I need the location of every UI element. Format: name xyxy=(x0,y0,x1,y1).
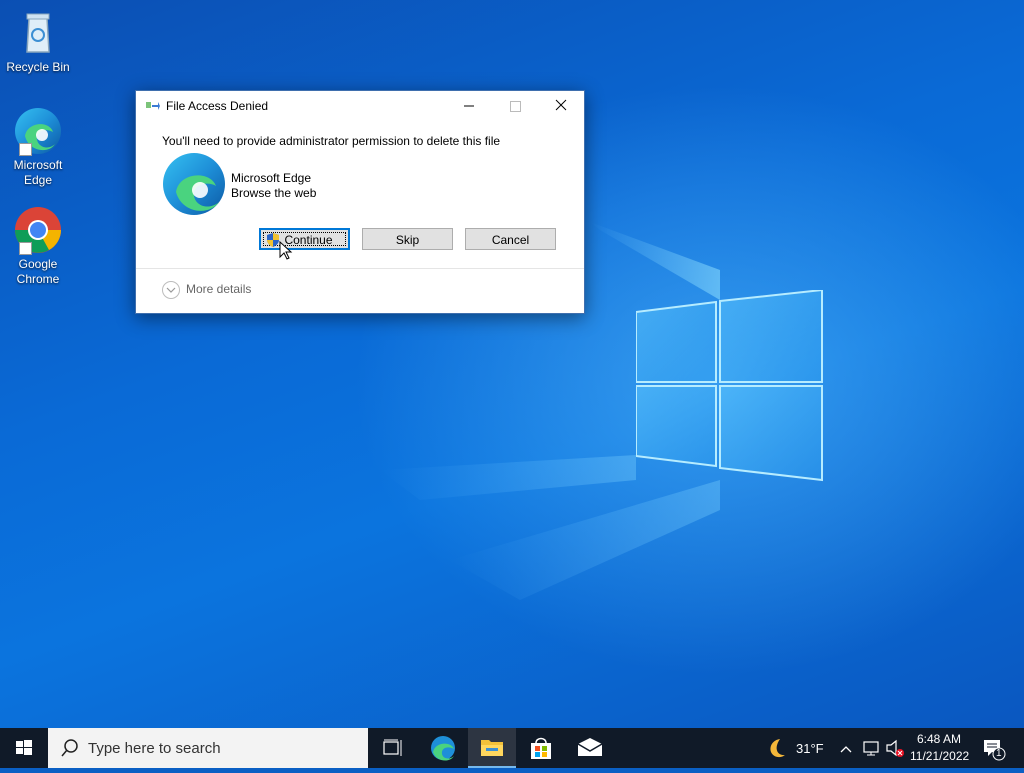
minimize-button[interactable] xyxy=(446,91,492,121)
edge-icon xyxy=(163,153,225,215)
skip-button[interactable]: Skip xyxy=(362,228,453,250)
desktop-icon-recycle-bin[interactable]: Recycle Bin xyxy=(4,8,72,75)
taskbar-mail-button[interactable] xyxy=(566,728,614,768)
more-details-label: More details xyxy=(186,282,252,297)
app-description: Browse the web xyxy=(231,186,317,200)
edge-icon xyxy=(431,736,455,761)
task-view-icon xyxy=(383,739,402,756)
dialog-message: You'll need to provide administrator per… xyxy=(162,134,501,148)
taskbar-store-button[interactable] xyxy=(518,728,564,768)
network-icon xyxy=(863,741,879,756)
desktop-icon-edge[interactable]: Microsoft Edge xyxy=(4,106,72,188)
chevron-up-icon xyxy=(840,746,852,753)
close-icon xyxy=(555,99,567,111)
mail-icon xyxy=(577,738,603,756)
taskbar-edge-button[interactable] xyxy=(420,728,466,768)
weather-widget[interactable]: 31°F xyxy=(760,728,830,768)
mouse-cursor-icon xyxy=(279,241,293,260)
dialog-titlebar[interactable]: File Access Denied xyxy=(136,91,584,121)
task-view-button[interactable] xyxy=(370,728,414,768)
more-details-toggle[interactable]: More details xyxy=(162,281,251,299)
network-button[interactable] xyxy=(860,728,882,768)
notification-count: 1 xyxy=(996,748,1002,759)
dialog-title: File Access Denied xyxy=(166,99,269,113)
show-hidden-icons-button[interactable] xyxy=(836,728,856,768)
continue-button[interactable]: Continue xyxy=(259,228,350,250)
volume-button[interactable] xyxy=(884,728,906,768)
store-icon xyxy=(531,737,551,759)
search-icon xyxy=(61,739,78,757)
dialog-separator xyxy=(136,268,584,269)
file-transfer-icon xyxy=(146,102,160,110)
taskbar: Type here to search 31°F 6:48 AM 11/21/2… xyxy=(0,728,1024,768)
search-placeholder: Type here to search xyxy=(88,740,221,757)
app-name: Microsoft Edge xyxy=(231,171,312,185)
weather-temperature: 31°F xyxy=(796,741,824,756)
close-button[interactable] xyxy=(538,91,584,121)
desktop-icon-chrome[interactable]: Google Chrome xyxy=(4,205,72,287)
shortcut-arrow-icon xyxy=(19,143,32,156)
maximize-button xyxy=(492,91,538,121)
chevron-down-icon xyxy=(162,281,180,299)
cancel-button[interactable]: Cancel xyxy=(465,228,556,250)
desktop-icon-label: Microsoft Edge xyxy=(13,158,63,187)
clock[interactable]: 6:48 AM 11/21/2022 xyxy=(908,728,970,768)
shortcut-arrow-icon xyxy=(19,242,32,255)
desktop-icon-label: Google Chrome xyxy=(16,257,60,286)
clock-time: 6:48 AM xyxy=(917,732,962,746)
folder-icon xyxy=(481,740,503,756)
desktop-icon-label: Recycle Bin xyxy=(6,60,70,74)
start-button[interactable] xyxy=(0,728,48,768)
windows-start-icon xyxy=(16,740,32,755)
taskbar-file-explorer-button[interactable] xyxy=(468,728,516,768)
cancel-label: Cancel xyxy=(491,233,530,247)
edge-icon xyxy=(13,106,63,156)
desktop: Recycle Bin Microsoft Edge Google Chrome… xyxy=(0,0,1024,728)
file-access-denied-dialog: File Access Denied You'll need to provid… xyxy=(135,90,585,314)
windows-logo xyxy=(636,290,823,482)
skip-label: Skip xyxy=(395,233,420,247)
volume-muted-icon xyxy=(886,739,904,757)
taskbar-search-box[interactable]: Type here to search xyxy=(48,728,368,768)
chrome-icon xyxy=(13,205,63,255)
moon-icon xyxy=(770,739,785,758)
action-center-button[interactable]: 1 xyxy=(978,728,1018,768)
recycle-bin-icon xyxy=(13,8,63,58)
clock-date: 11/21/2022 xyxy=(910,749,970,763)
